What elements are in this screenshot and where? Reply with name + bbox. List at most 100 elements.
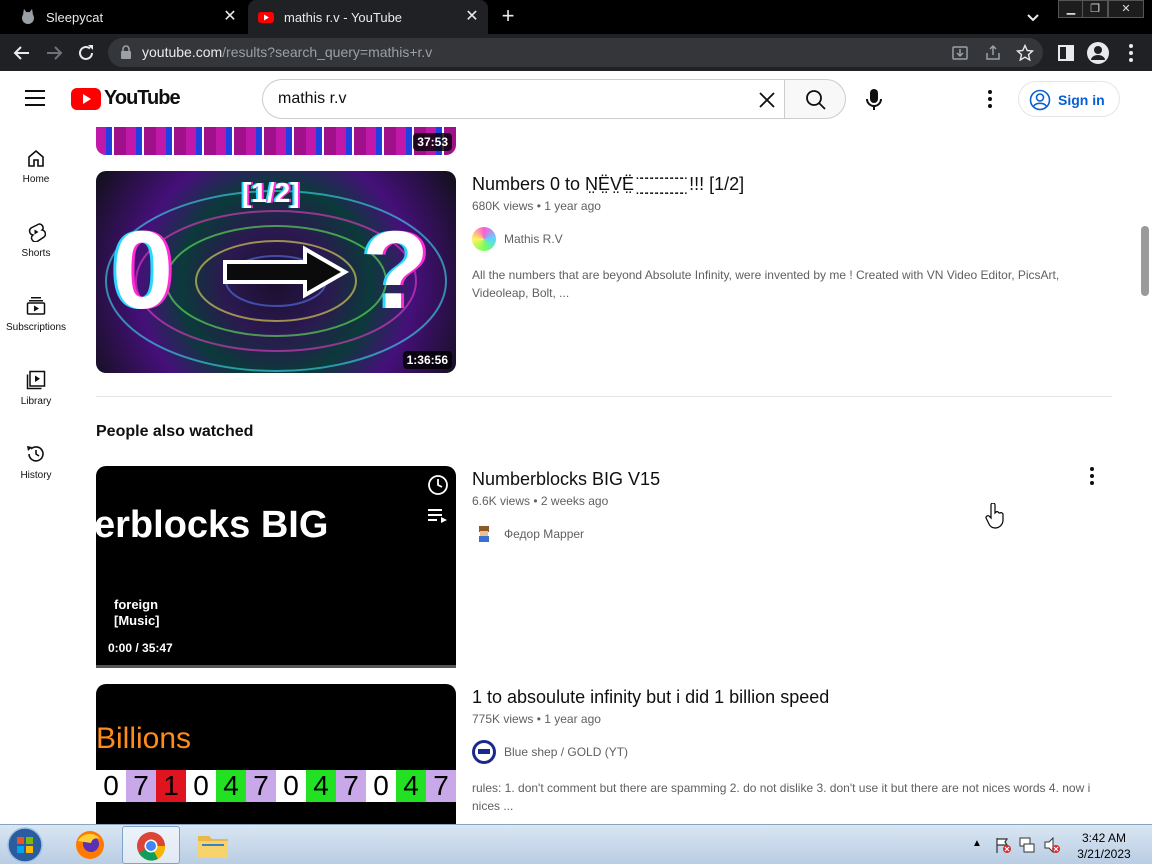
- profile-avatar-icon[interactable]: [1086, 41, 1110, 65]
- close-tab-icon[interactable]: ✕: [222, 9, 238, 25]
- explorer-taskbar-button[interactable]: [184, 826, 242, 864]
- video-thumbnail-partial[interactable]: 37:53: [96, 127, 456, 155]
- show-hidden-icons-icon[interactable]: ▲: [972, 838, 982, 849]
- close-window-button[interactable]: ✕: [1108, 0, 1144, 18]
- sign-in-button[interactable]: Sign in: [1018, 81, 1120, 117]
- video-thumbnail-playing[interactable]: erblocks BIG foreign [Music] 0:00 / 35:4…: [96, 466, 456, 668]
- forward-arrow-icon[interactable]: [42, 41, 66, 65]
- tab-youtube[interactable]: mathis r.v - YouTube ✕: [248, 0, 488, 34]
- progress-bar[interactable]: [96, 665, 456, 668]
- thumbnail-text: erblocks BIG: [96, 504, 329, 546]
- address-bar[interactable]: youtube.com/results?search_query=mathis+…: [108, 38, 1043, 67]
- digit-cell: 4: [216, 770, 246, 802]
- channel-avatar: [472, 227, 496, 251]
- taskbar-clock[interactable]: 3:42 AM 3/21/2023: [1068, 830, 1140, 862]
- youtube-header: YouTube mathis r.v Sign in: [0, 71, 1152, 127]
- video-metadata: 680K views • 1 year ago: [472, 199, 601, 213]
- restore-window-button[interactable]: ❐: [1082, 0, 1108, 18]
- new-tab-plus-icon[interactable]: +: [498, 5, 518, 27]
- youtube-play-logo-icon: [71, 87, 101, 110]
- duration-badge: 37:53: [413, 133, 452, 151]
- search-icon: [806, 90, 826, 110]
- video-title[interactable]: Numbers 0 to N̤̈Ë̤V̤̈Ë̤ ̤̈ ̤̈ ̤̈ ̤̈ ̤̈ ̤…: [472, 174, 744, 195]
- microphone-icon[interactable]: [856, 81, 892, 117]
- digit-cell: 7: [336, 770, 366, 802]
- history-icon: [27, 446, 44, 462]
- firefox-icon: [76, 831, 104, 859]
- browser-menu-icon[interactable]: [1119, 41, 1143, 65]
- clock-date: 3/21/2023: [1077, 847, 1131, 861]
- video-thumbnail[interactable]: Billions 0 7 1 0 4 7 0 4 7 0 4 7: [96, 684, 456, 824]
- hamburger-menu-icon[interactable]: [25, 89, 47, 107]
- windows-taskbar: ▲ 3:42 AM 3/21/2023: [0, 824, 1152, 864]
- video-title[interactable]: Numberblocks BIG V15: [472, 469, 660, 490]
- digit-strip: 0 7 1 0 4 7 0 4 7 0 4 7: [96, 770, 456, 802]
- channel-link[interactable]: Федор Маpper: [472, 522, 584, 546]
- add-to-queue-icon[interactable]: [427, 506, 449, 524]
- chrome-taskbar-button[interactable]: [122, 826, 180, 864]
- video-description: rules: 1. don't comment but there are sp…: [472, 781, 1091, 813]
- install-app-icon[interactable]: [951, 44, 969, 62]
- sign-in-label: Sign in: [1058, 92, 1105, 108]
- video-title[interactable]: 1 to absoulute infinity but i did 1 bill…: [472, 687, 829, 708]
- youtube-logo[interactable]: YouTube: [71, 87, 181, 110]
- watch-later-clock-icon[interactable]: [427, 474, 449, 496]
- digit-cell: 0: [276, 770, 306, 802]
- volume-muted-icon[interactable]: [1043, 836, 1061, 854]
- more-options-icon[interactable]: [980, 89, 1000, 109]
- channel-avatar: [472, 740, 496, 764]
- tab-sleepycat[interactable]: Sleepycat ✕: [0, 0, 246, 34]
- channel-name: Mathis R.V: [504, 232, 563, 246]
- guide-item-shorts[interactable]: Shorts: [0, 222, 72, 296]
- firefox-taskbar-button[interactable]: [62, 826, 120, 864]
- thumbnail-label: [1/2]: [242, 177, 300, 208]
- captions: foreign [Music]: [114, 597, 160, 629]
- search-input[interactable]: mathis r.v: [262, 79, 785, 119]
- guide-item-home[interactable]: Home: [0, 148, 72, 222]
- digit-cell: 4: [396, 770, 426, 802]
- section-divider: [96, 396, 1112, 397]
- lock-icon[interactable]: [120, 45, 132, 59]
- digit-cell: 7: [426, 770, 456, 802]
- duration-badge: 1:36:56: [402, 351, 452, 369]
- clear-search-icon[interactable]: [758, 91, 776, 109]
- subscriptions-icon: [26, 297, 46, 315]
- reload-icon[interactable]: [74, 41, 98, 65]
- guide-label: Subscriptions: [5, 322, 67, 333]
- video-metadata: 6.6K views • 2 weeks ago: [472, 494, 609, 508]
- video-thumbnail[interactable]: [1/2] 0 ? 1:36:56: [96, 171, 456, 373]
- minimize-window-button[interactable]: ▁: [1058, 0, 1084, 18]
- scrollbar-thumb[interactable]: [1141, 226, 1149, 296]
- windows-start-button-icon[interactable]: [6, 827, 44, 863]
- caption-line: foreign: [114, 597, 159, 612]
- back-arrow-icon[interactable]: [10, 41, 34, 65]
- tab-title: Sleepycat: [46, 9, 104, 25]
- home-icon: [28, 149, 44, 167]
- channel-link[interactable]: Mathis R.V: [472, 227, 563, 251]
- chevron-down-icon[interactable]: [1024, 8, 1042, 26]
- guide-item-library[interactable]: Library: [0, 370, 72, 444]
- url-text: youtube.com/results?search_query=mathis+…: [142, 44, 433, 60]
- sheep-avatar-icon: [475, 743, 493, 761]
- action-center-flag-icon[interactable]: [994, 836, 1012, 854]
- digit-cell: 0: [96, 770, 126, 802]
- channel-link[interactable]: Blue shep / GOLD (YT): [472, 740, 628, 764]
- guide-item-history[interactable]: History: [0, 444, 72, 518]
- pixel-character-avatar-icon: [479, 526, 489, 542]
- folder-icon: [198, 836, 228, 858]
- search-button[interactable]: [784, 79, 846, 119]
- digit-cell: 0: [186, 770, 216, 802]
- guide-item-subscriptions[interactable]: Subscriptions: [0, 296, 72, 370]
- tab-title: mathis r.v - YouTube: [284, 9, 403, 25]
- library-icon: [26, 370, 46, 390]
- bookmark-star-icon[interactable]: [1016, 44, 1034, 62]
- network-icon[interactable]: [1018, 836, 1036, 854]
- shorts-icon: [28, 223, 46, 242]
- side-panel-icon[interactable]: [1054, 41, 1078, 65]
- action-menu-icon[interactable]: [1082, 466, 1102, 486]
- close-tab-icon[interactable]: ✕: [464, 9, 480, 25]
- channel-avatar: [472, 522, 496, 546]
- youtube-favicon-icon: [258, 12, 274, 23]
- share-icon[interactable]: [984, 44, 1002, 62]
- hand-cursor-icon: [985, 503, 1004, 529]
